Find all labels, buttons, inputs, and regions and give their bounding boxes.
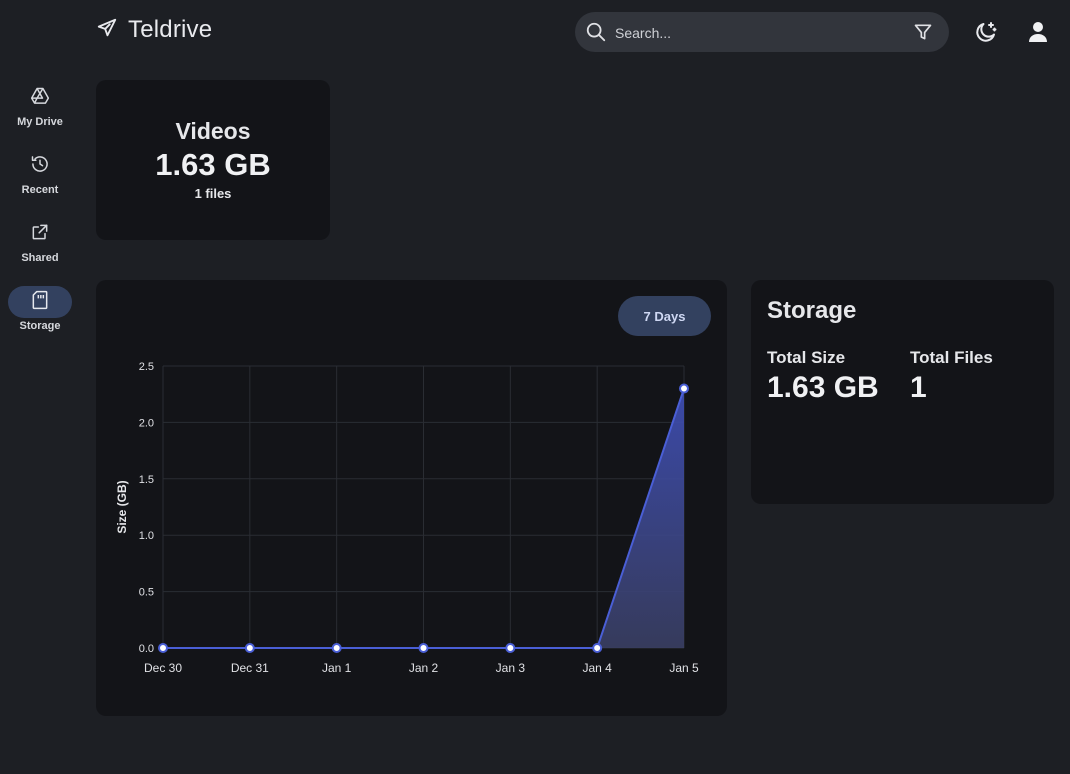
category-size: 1.63 GB bbox=[155, 147, 271, 182]
x-tick-label: Jan 3 bbox=[496, 661, 526, 675]
filter-icon[interactable] bbox=[913, 22, 933, 47]
category-name: Videos bbox=[175, 118, 251, 144]
y-tick-label: 2.5 bbox=[139, 361, 154, 373]
share-icon bbox=[30, 222, 50, 247]
total-size-value: 1.63 GB bbox=[767, 371, 879, 404]
data-point bbox=[505, 643, 516, 653]
search-input[interactable] bbox=[613, 12, 887, 54]
x-tick-label: Dec 30 bbox=[144, 661, 182, 675]
category-card-videos[interactable]: Videos 1.63 GB 1 files bbox=[96, 80, 330, 240]
y-tick-label: 1.0 bbox=[139, 530, 154, 542]
sidebar-item-label: Recent bbox=[21, 184, 59, 196]
y-axis-label: Size (GB) bbox=[115, 480, 129, 533]
sidebar-item-label: Shared bbox=[21, 252, 59, 264]
total-size-label: Total Size bbox=[767, 348, 846, 367]
storage-title: Storage bbox=[767, 297, 857, 324]
category-file-count: 1 files bbox=[194, 186, 232, 201]
x-tick-label: Jan 4 bbox=[582, 661, 612, 675]
storage-chart-card: 0.0 0.5 1.0 1.5 2.0 2.5 Dec 30 Dec 31 Jan 1 Jan 2… bbox=[96, 280, 727, 716]
user-icon[interactable] bbox=[1027, 20, 1049, 49]
data-point bbox=[158, 643, 168, 653]
data-point bbox=[331, 643, 342, 653]
sidebar-item-shared[interactable]: Shared bbox=[8, 216, 72, 280]
x-tick-label: Jan 1 bbox=[322, 661, 352, 675]
data-point bbox=[244, 643, 255, 653]
x-tick-label: Jan 5 bbox=[669, 661, 699, 675]
sidebar-item-recent[interactable]: Recent bbox=[8, 148, 72, 212]
storage-summary-card: Storage Total Size 1.63 GB Total Files 1 bbox=[751, 280, 1054, 504]
brand[interactable]: Teldrive bbox=[96, 16, 212, 44]
history-icon bbox=[30, 154, 50, 179]
sidebar-item-storage[interactable]: Storage bbox=[8, 284, 72, 348]
search-bar[interactable] bbox=[575, 12, 949, 54]
x-tick-label: Dec 31 bbox=[231, 661, 269, 675]
paper-plane-icon bbox=[96, 17, 118, 44]
storage-chart: 0.0 0.5 1.0 1.5 2.0 2.5 Dec 30 Dec 31 Jan 1 Jan 2… bbox=[115, 361, 699, 675]
google-drive-icon bbox=[30, 86, 50, 111]
top-bar: Teldrive bbox=[0, 0, 1070, 64]
sidebar-item-my-drive[interactable]: My Drive bbox=[8, 80, 72, 144]
total-files-value: 1 bbox=[910, 371, 927, 404]
y-tick-label: 0.0 bbox=[139, 643, 154, 655]
data-point bbox=[418, 643, 429, 653]
time-range-button[interactable]: 7 Days bbox=[618, 296, 711, 336]
sd-card-icon bbox=[30, 290, 50, 315]
x-tick-label: Jan 2 bbox=[409, 661, 439, 675]
total-files-label: Total Files bbox=[910, 348, 993, 367]
theme-toggle-icon[interactable] bbox=[974, 20, 998, 49]
y-tick-label: 1.5 bbox=[139, 474, 154, 486]
y-tick-label: 2.0 bbox=[139, 417, 154, 429]
y-tick-label: 0.5 bbox=[139, 587, 154, 599]
sidebar-item-label: My Drive bbox=[17, 116, 63, 128]
data-point bbox=[592, 643, 603, 653]
search-icon bbox=[585, 21, 607, 48]
data-point bbox=[679, 383, 689, 394]
app-title: Teldrive bbox=[128, 16, 213, 43]
sidebar-item-label: Storage bbox=[19, 320, 61, 332]
